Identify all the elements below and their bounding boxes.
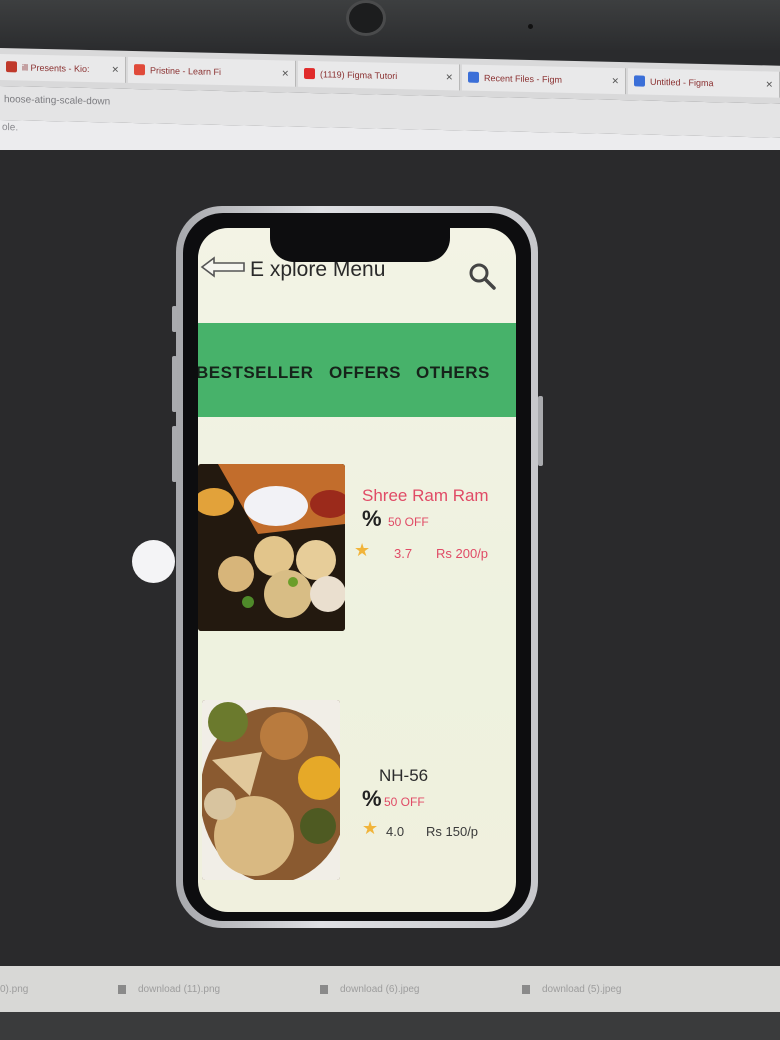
- offer-text: 50 OFF: [384, 795, 425, 809]
- download-item[interactable]: 0).png: [0, 984, 28, 995]
- pani-puri-image: [198, 464, 345, 631]
- phone-mockup[interactable]: E xplore Menu BESTSELLER OFFERS OTHERS S…: [172, 206, 543, 928]
- tab-favicon-icon: [304, 67, 315, 80]
- back-arrow-icon[interactable]: [200, 256, 246, 278]
- side-button: [172, 356, 177, 412]
- browser-tab[interactable]: Untitled - Figma ✕: [628, 68, 780, 98]
- close-icon[interactable]: ✕: [281, 60, 289, 86]
- food-image[interactable]: [198, 464, 345, 631]
- star-icon: ★: [354, 540, 371, 560]
- close-icon[interactable]: ✕: [611, 68, 619, 94]
- search-icon[interactable]: [468, 262, 496, 290]
- tab-favicon-icon: [634, 75, 645, 87]
- percent-icon: %: [362, 786, 382, 811]
- browser-tab[interactable]: ill Presents - Kio: ✕: [0, 54, 126, 83]
- item-name[interactable]: NH-56: [379, 766, 428, 786]
- download-item[interactable]: download (5).jpeg: [522, 984, 622, 995]
- close-icon[interactable]: ✕: [445, 64, 453, 90]
- app-screen: E xplore Menu BESTSELLER OFFERS OTHERS S…: [198, 228, 516, 912]
- webcam: [346, 0, 386, 36]
- thali-image: [202, 700, 340, 880]
- star-icon: ★: [362, 818, 379, 838]
- tab-others[interactable]: OTHERS: [416, 363, 490, 383]
- tab-offers[interactable]: OFFERS: [329, 363, 401, 383]
- close-icon[interactable]: ✕: [765, 71, 773, 97]
- downloads-bar: 0).png download (11).png download (6).jp…: [0, 966, 780, 1014]
- rating-value: 4.0: [386, 824, 405, 839]
- side-button: [172, 426, 177, 482]
- sensor-dot: [528, 24, 533, 29]
- tab-favicon-icon: [134, 64, 145, 76]
- laptop-bezel: [0, 0, 780, 50]
- percent-icon: %: [362, 506, 382, 531]
- rating-value: 3.7: [394, 546, 413, 561]
- close-icon[interactable]: ✕: [111, 57, 119, 83]
- download-item[interactable]: download (6).jpeg: [320, 984, 420, 995]
- download-item[interactable]: download (11).png: [118, 984, 220, 995]
- power-button: [538, 396, 543, 466]
- canvas-handle[interactable]: [132, 540, 175, 583]
- address-text: hoose-ating-scale-down: [4, 94, 111, 108]
- tab-bestseller[interactable]: BESTSELLER: [198, 363, 313, 383]
- category-bar: BESTSELLER OFFERS OTHERS: [198, 323, 516, 417]
- file-icon: [320, 984, 328, 994]
- phone-notch: [270, 228, 450, 262]
- browser-tab[interactable]: (1119) Figma Tutori ✕: [298, 60, 460, 91]
- side-button: [172, 306, 177, 332]
- tab-favicon-icon: [6, 61, 17, 73]
- item-name[interactable]: Shree Ram Ram: [362, 486, 489, 506]
- file-icon: [118, 984, 126, 994]
- offer-text: 50 OFF: [388, 515, 429, 529]
- laptop-bezel-bottom: [0, 1012, 780, 1040]
- browser-tab[interactable]: Recent Files - Figm ✕: [462, 64, 626, 95]
- file-icon: [522, 984, 530, 994]
- price-text: Rs 200/p: [436, 546, 489, 561]
- food-image[interactable]: [202, 700, 340, 880]
- tab-favicon-icon: [468, 71, 479, 83]
- bookmark-text[interactable]: ole.: [2, 122, 18, 133]
- price-text: Rs 150/p: [426, 824, 479, 839]
- browser-tab[interactable]: Pristine - Learn Fi ✕: [128, 56, 296, 87]
